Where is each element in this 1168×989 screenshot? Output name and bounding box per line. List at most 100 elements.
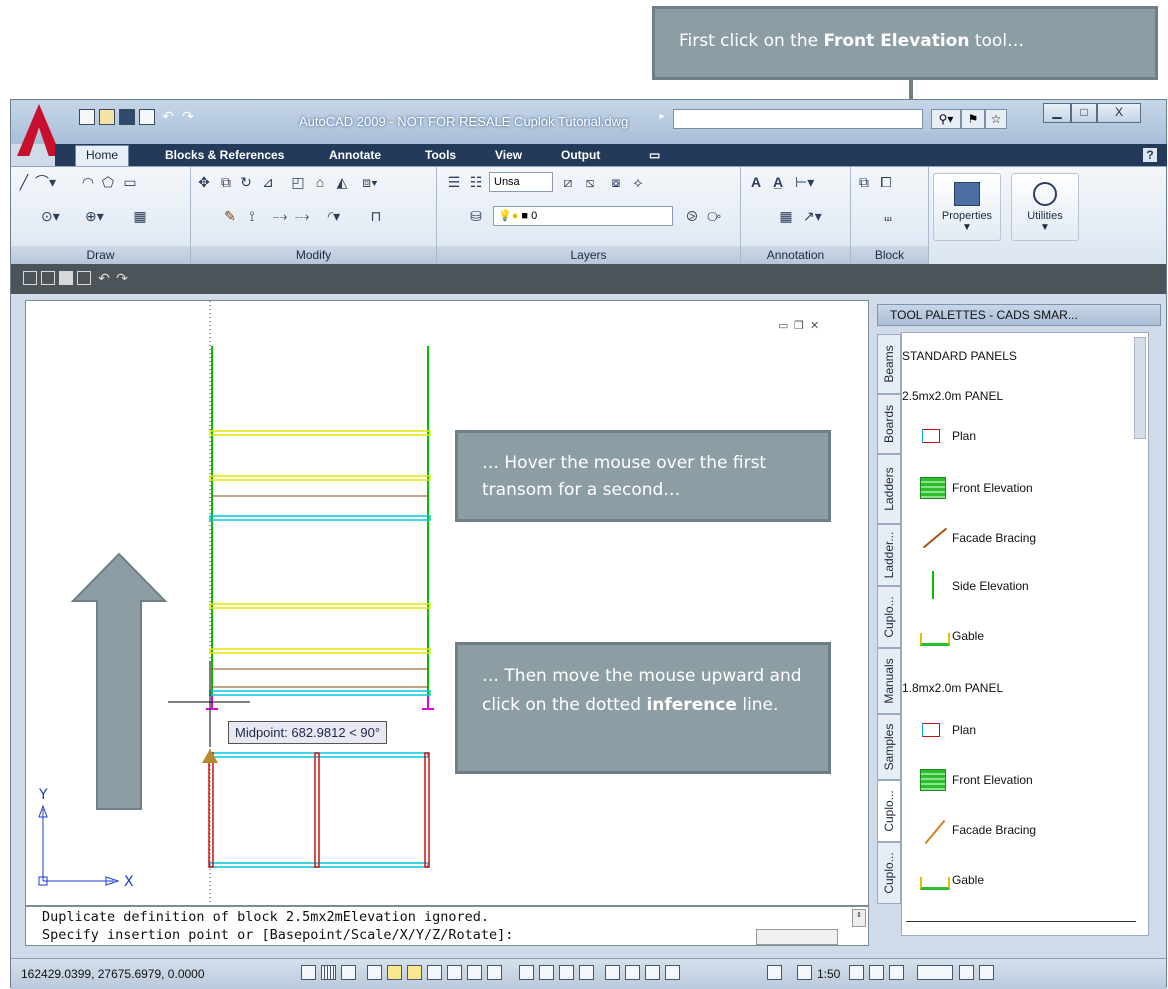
array-icon[interactable]: ⧈▾ (361, 173, 379, 191)
tab-view[interactable]: View (495, 148, 522, 162)
layer-isolate-icon[interactable]: ⧄ (559, 173, 577, 191)
communication-center-button[interactable]: ⚑ (961, 109, 985, 129)
single-line-text-icon[interactable]: A̲ (769, 173, 787, 191)
new-file-icon-2[interactable] (23, 271, 37, 285)
command-line[interactable]: Duplicate definition of block 2.5mx2mEle… (25, 906, 869, 946)
clean-screen-icon[interactable] (979, 965, 994, 980)
palette-item-front-elevation-2[interactable]: Front Elevation (902, 769, 1132, 799)
quick-view-icon[interactable] (579, 965, 594, 980)
print-icon-2[interactable] (77, 271, 91, 285)
panel-modify-label[interactable]: Modify (191, 246, 436, 265)
polygon-icon[interactable]: ⬠ (99, 173, 117, 191)
annotation-scale-icon[interactable] (797, 965, 812, 980)
palette-item-gable-1[interactable]: Gable (902, 627, 1132, 657)
properties-button[interactable]: Properties ▼ (933, 173, 1001, 241)
tab-annotate[interactable]: Annotate (329, 148, 381, 162)
tab-home[interactable]: Home (75, 145, 130, 167)
redo-icon[interactable]: ↷ (179, 107, 197, 125)
palette-item-side-elevation-1[interactable]: Side Elevation (902, 571, 1132, 607)
move-icon[interactable]: ✥ (195, 173, 213, 191)
grid-display-icon[interactable] (321, 965, 336, 980)
palette-tab-manuals[interactable]: Manuals (877, 648, 901, 714)
print-icon[interactable] (139, 109, 155, 125)
palette-tab-ladders[interactable]: Ladders (877, 454, 901, 524)
panel-annotation-label[interactable]: Annotation (741, 246, 850, 265)
mirror-icon[interactable]: ◭ (333, 173, 351, 191)
drawing-canvas[interactable]: ▭ ❐ ✕ Y X Midpoint: 682.9812 < 90° (25, 300, 869, 906)
redo-icon-2[interactable]: ↷ (113, 269, 131, 287)
dynamic-input-icon[interactable] (447, 965, 462, 980)
tab-blocks-references[interactable]: Blocks & References (165, 148, 284, 162)
ellipse-icon[interactable]: ⊕▾ (85, 207, 104, 225)
break-icon[interactable]: ⤍ (271, 207, 289, 225)
utilities-button[interactable]: Utilities ▼ (1011, 173, 1079, 241)
pan-icon[interactable] (605, 965, 620, 980)
command-scrollbar[interactable]: ⇕ (852, 909, 866, 927)
polar-tracking-icon[interactable] (367, 965, 382, 980)
help-icon[interactable]: ? (1143, 148, 1157, 162)
annotation-scale-value[interactable]: 1:50 (817, 967, 840, 981)
text-style-dropdown[interactable]: Unsa (489, 172, 553, 192)
layer-off-icon[interactable]: ⧇ (607, 173, 625, 191)
search-input[interactable] (673, 109, 923, 129)
rotate-icon[interactable]: ↻ (237, 173, 255, 191)
leader-icon[interactable]: ↗▾ (803, 207, 822, 225)
palette-tab-cuplo-3[interactable]: Cuplo... (877, 842, 901, 904)
palette-item-facade-bracing-1[interactable]: Facade Bracing (902, 527, 1132, 557)
make-current-icon[interactable]: ⧁ (683, 207, 701, 225)
palette-tab-samples[interactable]: Samples (877, 714, 901, 780)
panel-draw-label[interactable]: Draw (11, 246, 190, 265)
copy-icon[interactable]: ⧉ (217, 173, 235, 191)
save-icon[interactable] (119, 109, 135, 125)
palette-scrollbar[interactable] (1134, 337, 1146, 439)
multiline-text-icon[interactable]: A (747, 173, 765, 191)
layer-manager-icon[interactable]: ⛁ (467, 207, 485, 225)
favorites-button[interactable]: ☆ (985, 109, 1007, 129)
close-button[interactable]: X (1097, 103, 1141, 123)
trim-icon[interactable]: ⊿ (259, 173, 277, 191)
layer-properties-icon[interactable]: ☰ (445, 173, 463, 191)
palette-item-front-elevation-1[interactable]: Front Elevation (902, 477, 1132, 507)
object-snap-icon[interactable] (387, 965, 402, 980)
steering-wheel-icon[interactable] (645, 965, 660, 980)
tool-palette-titlebar[interactable]: TOOL PALETTES - CADS SMAR... (877, 304, 1161, 326)
tab-output[interactable]: Output (561, 148, 600, 162)
palette-item-plan-2[interactable]: Plan (902, 721, 1132, 751)
search-button[interactable]: ⚲▾ (931, 109, 961, 129)
panel-block-label[interactable]: Block (851, 246, 928, 265)
zoom-icon[interactable] (625, 965, 640, 980)
minimize-button[interactable]: ▁ (1043, 103, 1071, 123)
open-file-icon-2[interactable] (41, 271, 55, 285)
ortho-mode-icon[interactable] (341, 965, 356, 980)
arc-icon[interactable]: ◠ (79, 173, 97, 191)
maximize-viewport-icon[interactable] (767, 965, 782, 980)
annotation-visibility-icon[interactable] (849, 965, 864, 980)
palette-tab-boards[interactable]: Boards (877, 394, 901, 454)
rectangle-icon[interactable]: ▭ (121, 173, 139, 191)
command-h-scrollbar[interactable] (756, 929, 838, 945)
palette-item-facade-bracing-2[interactable]: Facade Bracing (902, 819, 1132, 851)
open-file-icon[interactable] (99, 109, 115, 125)
status-bar-menu-icon[interactable] (959, 965, 974, 980)
model-space-icon[interactable] (519, 965, 534, 980)
maximize-button[interactable]: □ (1071, 103, 1097, 123)
new-file-icon[interactable] (79, 109, 95, 125)
layout2-icon[interactable] (559, 965, 574, 980)
panel-layers-label[interactable]: Layers (437, 246, 740, 265)
edit-block-icon[interactable]: ⧢ (879, 207, 897, 225)
erase-icon[interactable]: ✎ (221, 207, 239, 225)
palette-tab-beams[interactable]: Beams (877, 334, 901, 394)
object-snap-tracking-icon[interactable] (407, 965, 422, 980)
palette-tab-cuplo-2[interactable]: Cuplo... (877, 780, 901, 842)
undo-icon[interactable]: ↶ (159, 107, 177, 125)
layer-dropdown[interactable]: 💡● ■ 0 (493, 206, 673, 226)
circle-icon[interactable]: ⊙▾ (41, 207, 60, 225)
polyline-icon[interactable]: ⌒▾ (35, 173, 56, 191)
offset-icon[interactable]: ⊓ (367, 207, 385, 225)
snap-mode-icon[interactable] (301, 965, 316, 980)
lineweight-icon[interactable] (467, 965, 482, 980)
explode-icon[interactable]: ⟟ (243, 207, 261, 225)
palette-tab-ladder-more[interactable]: Ladder... (877, 524, 901, 586)
layer-unisolate-icon[interactable]: ⧅ (581, 173, 599, 191)
palette-item-gable-2[interactable]: Gable (902, 871, 1132, 901)
